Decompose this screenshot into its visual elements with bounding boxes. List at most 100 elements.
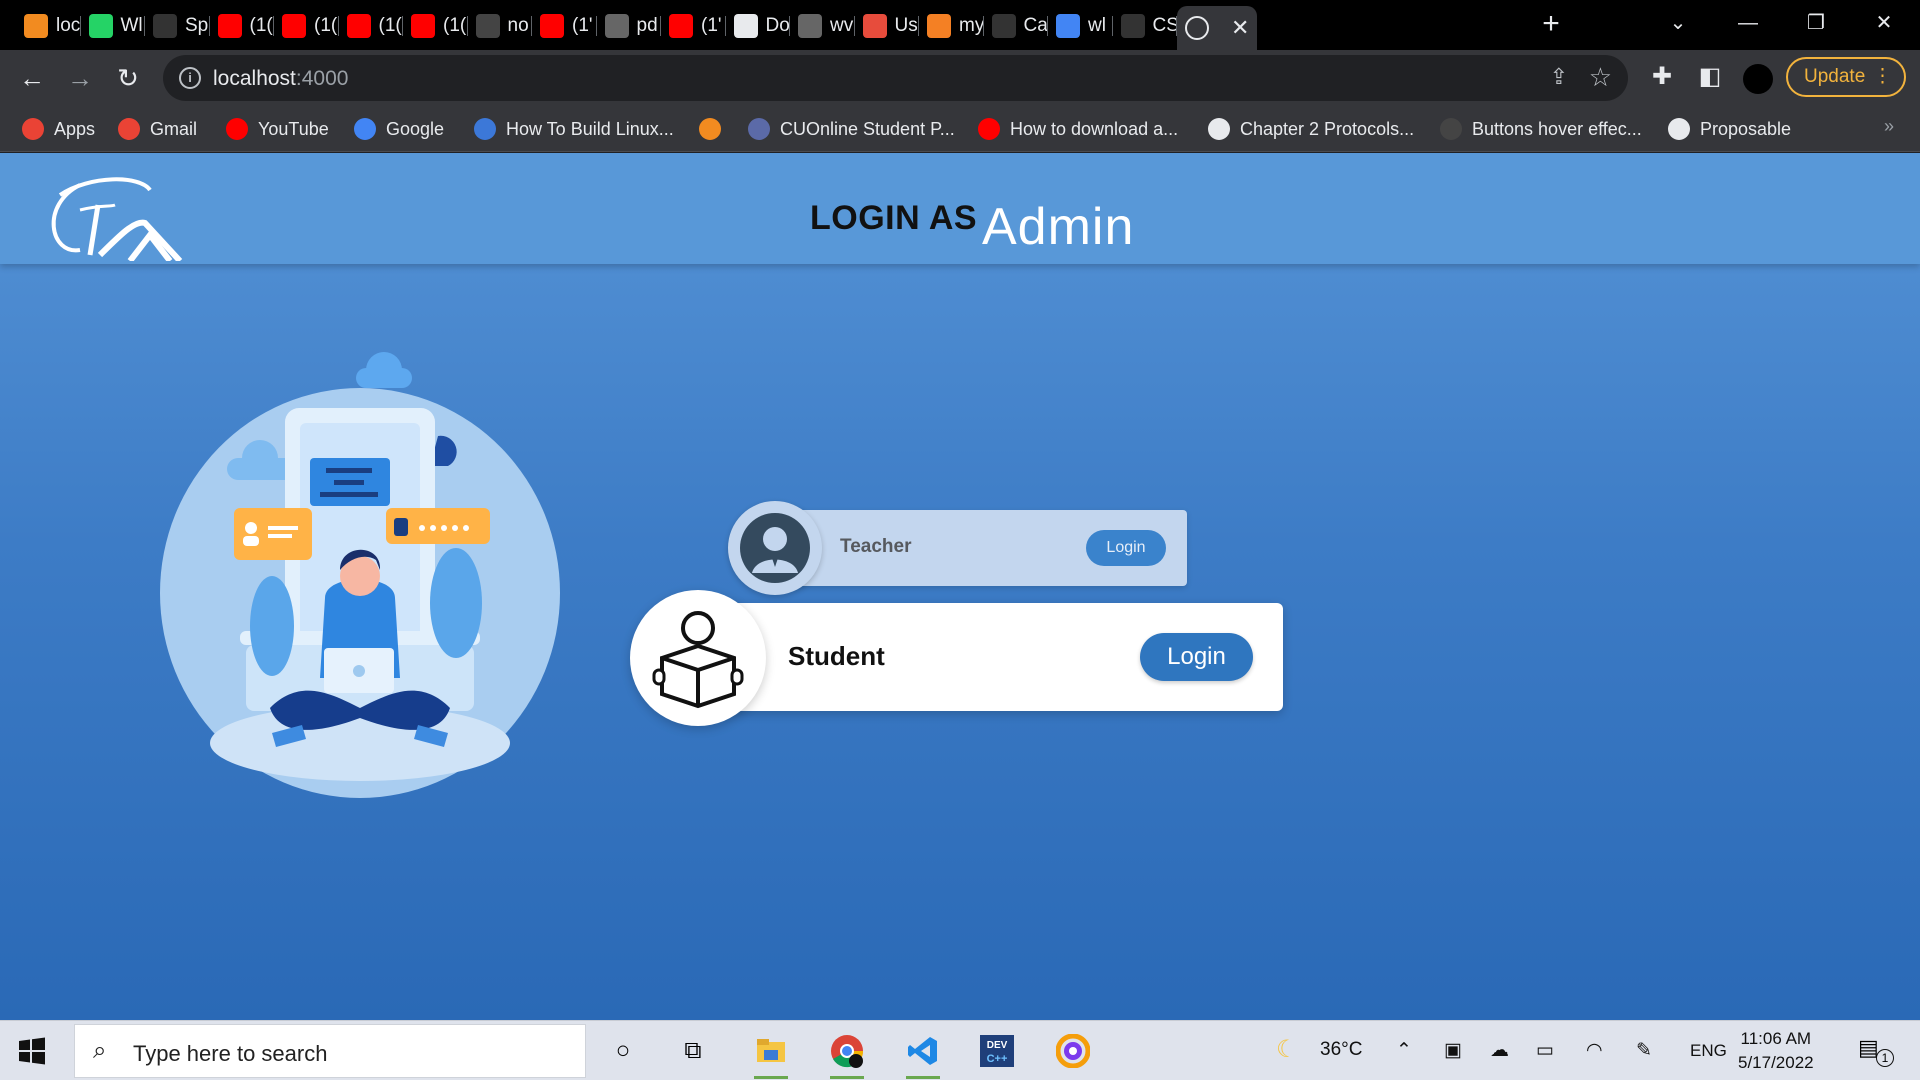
bookmark-item[interactable]: Proposable [1668, 116, 1791, 142]
browser-tab[interactable]: no [468, 6, 532, 46]
browser-tab[interactable]: wl [1048, 6, 1113, 46]
browser-tab[interactable]: Ca [984, 6, 1048, 46]
bookmark-item[interactable]: CUOnline Student P... [748, 116, 955, 142]
minimize-button[interactable]: — [1726, 8, 1770, 38]
tab-title: Sp [185, 15, 209, 36]
bookmark-label: YouTube [258, 118, 329, 139]
browser-toolbar: ← → ↻ i localhost:4000 ⇪ ☆ ✚ ◧ Update ⋮ [0, 50, 1920, 106]
battery-icon[interactable]: ▭ [1536, 1039, 1554, 1062]
pen-icon[interactable]: ✎ [1636, 1039, 1652, 1062]
browser-tab[interactable]: Us [855, 6, 919, 46]
wifi-icon[interactable]: ◠ [1586, 1039, 1603, 1062]
browser-tab[interactable]: my [919, 6, 984, 46]
close-tab-icon[interactable]: ✕ [1231, 15, 1249, 41]
youtube-icon [346, 14, 371, 38]
browser-tab[interactable]: (1( [403, 6, 468, 46]
address-bar[interactable]: i localhost:4000 ⇪ ☆ [163, 55, 1628, 101]
tab-title: (1( [314, 15, 338, 36]
browser-tab[interactable]: Sp [145, 6, 210, 46]
bookmark-label: Proposable [1700, 118, 1792, 139]
system-clock[interactable]: 11:06 AM 5/17/2022 [1738, 1027, 1814, 1075]
clock-date: 5/17/2022 [1738, 1053, 1814, 1072]
student-label: Student [788, 641, 885, 671]
forward-button[interactable]: → [62, 60, 98, 96]
tab-title: pd [636, 15, 658, 36]
reload-button[interactable]: ↻ [110, 60, 146, 96]
teacher-login-card[interactable]: Teacher Login [790, 510, 1187, 586]
circle-icon [1440, 118, 1462, 140]
url-text[interactable]: localhost:4000 [213, 67, 348, 91]
stackoverflow-icon [927, 14, 951, 38]
tab-title: (1' [701, 15, 722, 36]
bookmark-label: Google [386, 118, 445, 139]
linux-icon [474, 118, 496, 140]
windows-start-icon[interactable] [18, 1037, 46, 1065]
bookmark-item[interactable]: How To Build Linux... [474, 116, 674, 142]
browser-tab[interactable]: CS [1113, 6, 1177, 46]
browser-tab[interactable]: wv [790, 6, 855, 46]
bookmark-label: Buttons hover effec... [1472, 118, 1642, 139]
browser-tab[interactable]: (1' [532, 6, 597, 46]
bookmark-star-icon[interactable]: ☆ [1589, 62, 1612, 93]
chrome-icon[interactable] [826, 1031, 868, 1079]
task-view-icon[interactable]: ⧉ [672, 1031, 714, 1071]
weather-temperature[interactable]: 36°C [1320, 1039, 1362, 1061]
language-indicator[interactable]: ENG [1690, 1041, 1727, 1061]
bookmark-item[interactable]: Buttons hover effec... [1440, 116, 1642, 142]
bookmark-item[interactable]: How to download a... [978, 116, 1178, 142]
restore-button[interactable]: ❐ [1794, 8, 1838, 38]
bookmark-label: CUOnline Student P... [780, 118, 955, 139]
browser-tab[interactable]: pd [597, 6, 661, 46]
bookmarks-bar: Apps Gmail YouTube Google How To Build Linux… [0, 106, 1920, 152]
bookmark-label: Gmail [150, 118, 198, 139]
taskbar-search[interactable]: ⌕ Type here to search [74, 1024, 586, 1078]
profile-avatar[interactable] [1743, 64, 1773, 94]
clock-time: 11:06 AM [1740, 1029, 1812, 1048]
url-port: :4000 [295, 67, 349, 90]
bookmark-item[interactable]: Apps [22, 116, 95, 142]
bookmark-item[interactable]: Gmail [118, 116, 197, 142]
codepen-icon [991, 14, 1016, 38]
notification-center-icon[interactable]: ▤ 1 [1858, 1035, 1894, 1067]
browser-tab[interactable]: ✕ [1177, 6, 1257, 50]
vscode-icon[interactable] [902, 1031, 944, 1079]
site-info-icon[interactable]: i [179, 67, 201, 89]
docs-icon [733, 14, 758, 38]
browser-tab[interactable]: Do [726, 6, 790, 46]
extensions-icon[interactable]: ✚ [1646, 62, 1678, 91]
cortana-icon[interactable]: ○ [602, 1031, 644, 1071]
file-explorer-icon[interactable] [750, 1031, 792, 1079]
close-window-button[interactable]: ✕ [1862, 8, 1906, 38]
menu-dots-icon: ⋮ [1873, 66, 1892, 87]
weather-moon-icon[interactable]: ☾ [1276, 1035, 1298, 1064]
update-button[interactable]: Update ⋮ [1786, 57, 1906, 97]
bookmark-item[interactable]: YouTube [226, 116, 329, 142]
tab-search-button[interactable]: ⌄ [1656, 8, 1700, 38]
student-login-card[interactable]: Student Login [720, 603, 1283, 711]
youtube-icon [669, 14, 693, 38]
browser-tab[interactable]: (1( [210, 6, 274, 46]
globe-icon [1668, 118, 1690, 140]
new-tab-button[interactable]: + [1536, 9, 1566, 40]
browser-tab[interactable]: (1' [661, 6, 726, 46]
onedrive-icon[interactable]: ☁ [1490, 1039, 1509, 1062]
bookmark-item[interactable]: Chapter 2 Protocols... [1208, 116, 1414, 142]
windows-taskbar: ⌕ Type here to search ○ ⧉ DEV C++ ☾ 36°C … [0, 1020, 1920, 1080]
student-login-button[interactable]: Login [1140, 633, 1253, 681]
tray-chevron-icon[interactable]: ⌃ [1396, 1039, 1412, 1062]
browser-tab[interactable]: Wl [81, 6, 145, 46]
devcpp-icon[interactable]: DEV C++ [976, 1031, 1018, 1071]
browser-tab[interactable]: (1( [274, 6, 339, 46]
side-panel-icon[interactable]: ◧ [1694, 62, 1726, 91]
bookmarks-overflow-button[interactable]: » [1884, 116, 1894, 137]
meet-now-icon[interactable]: ▣ [1444, 1039, 1462, 1062]
share-icon[interactable]: ⇪ [1550, 64, 1568, 90]
bookmark-item[interactable]: Google [354, 116, 444, 142]
browser-tab[interactable]: loc [16, 6, 81, 46]
bookmark-item[interactable] [699, 116, 731, 142]
teacher-login-button[interactable]: Login [1086, 530, 1166, 566]
app-circle-icon[interactable] [1052, 1031, 1094, 1071]
back-button[interactable]: ← [14, 60, 50, 96]
browser-tab[interactable]: (1( [339, 6, 403, 46]
globe-icon [1208, 118, 1230, 140]
